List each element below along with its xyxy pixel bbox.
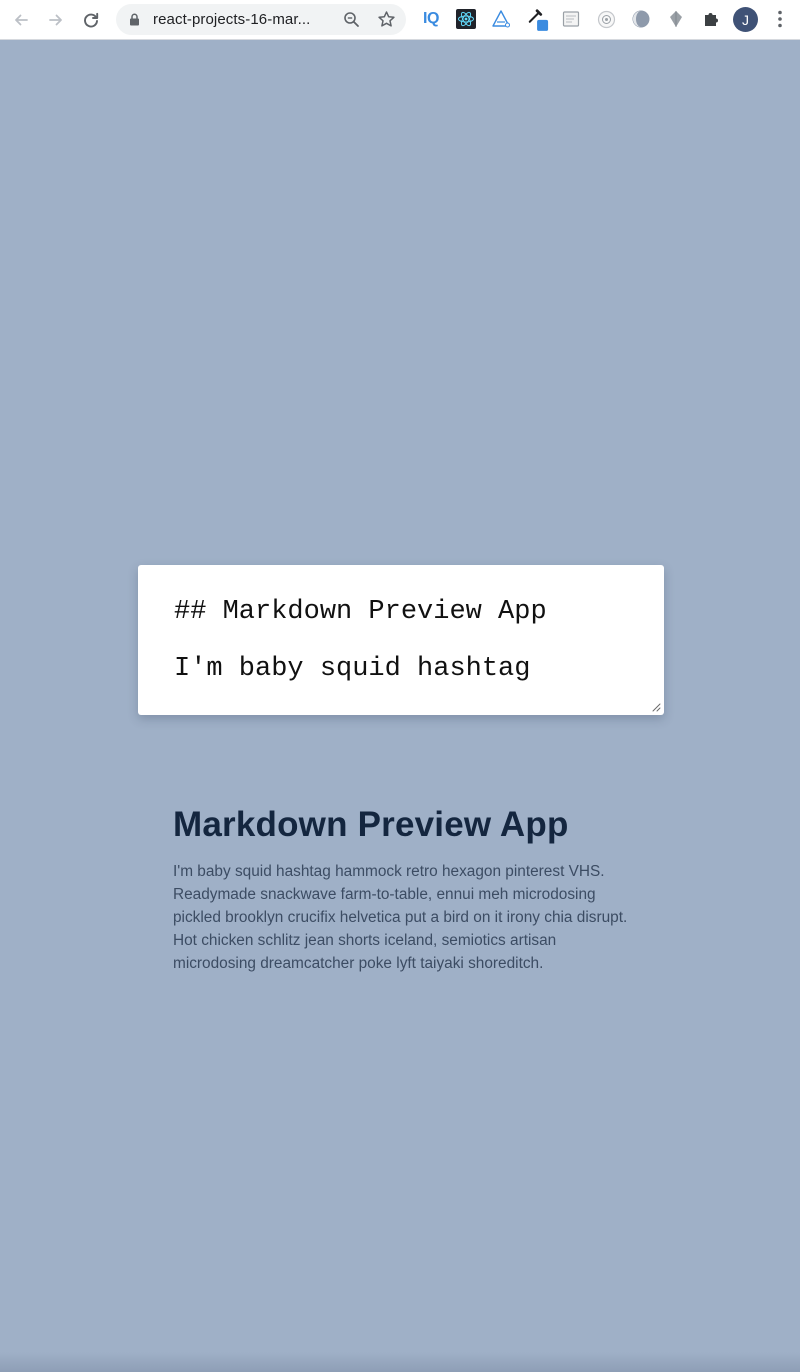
browser-menu-icon[interactable] <box>772 9 788 29</box>
color-picker-icon[interactable] <box>527 8 549 31</box>
testing-extension-icon[interactable] <box>490 8 512 30</box>
page-extension-icon[interactable] <box>560 8 582 30</box>
react-devtools-icon[interactable] <box>455 8 477 30</box>
forward-button[interactable] <box>43 7 69 33</box>
zoom-icon[interactable] <box>343 11 360 28</box>
editor-line[interactable]: I'm baby squid hashtag <box>174 654 530 684</box>
preview-paragraph: I'm baby squid hashtag hammock retro hex… <box>173 863 628 972</box>
bottom-shadow <box>0 1352 800 1372</box>
markdown-preview: Markdown Preview App I'm baby squid hash… <box>173 800 643 975</box>
back-button[interactable] <box>8 7 34 33</box>
resize-handle-icon[interactable] <box>651 702 661 712</box>
lock-icon <box>130 13 139 26</box>
address-bar[interactable]: react-projects-16-mar... <box>116 4 406 35</box>
preview-heading: Markdown Preview App <box>173 805 569 844</box>
circle-extension-icon[interactable] <box>595 8 617 30</box>
browser-toolbar: react-projects-16-mar... IQ J <box>0 0 800 40</box>
iq-extension-icon[interactable]: IQ <box>420 8 442 30</box>
url-text[interactable]: react-projects-16-mar... <box>153 11 310 28</box>
profile-avatar[interactable]: J <box>733 7 758 32</box>
back-arrow-icon <box>15 14 28 26</box>
profile-initial: J <box>742 11 749 28</box>
markdown-editor[interactable]: ## Markdown Preview App I'm baby squid h… <box>138 565 664 715</box>
diamond-extension-icon[interactable] <box>665 8 687 30</box>
editor-line[interactable]: ## Markdown Preview App <box>174 597 547 627</box>
reload-button[interactable] <box>78 7 104 33</box>
extensions-puzzle-icon[interactable] <box>700 8 722 30</box>
forward-arrow-icon <box>49 14 62 26</box>
edge-extension-icon[interactable] <box>630 8 652 30</box>
reload-icon <box>84 12 99 28</box>
bookmark-star-icon[interactable] <box>377 10 396 29</box>
